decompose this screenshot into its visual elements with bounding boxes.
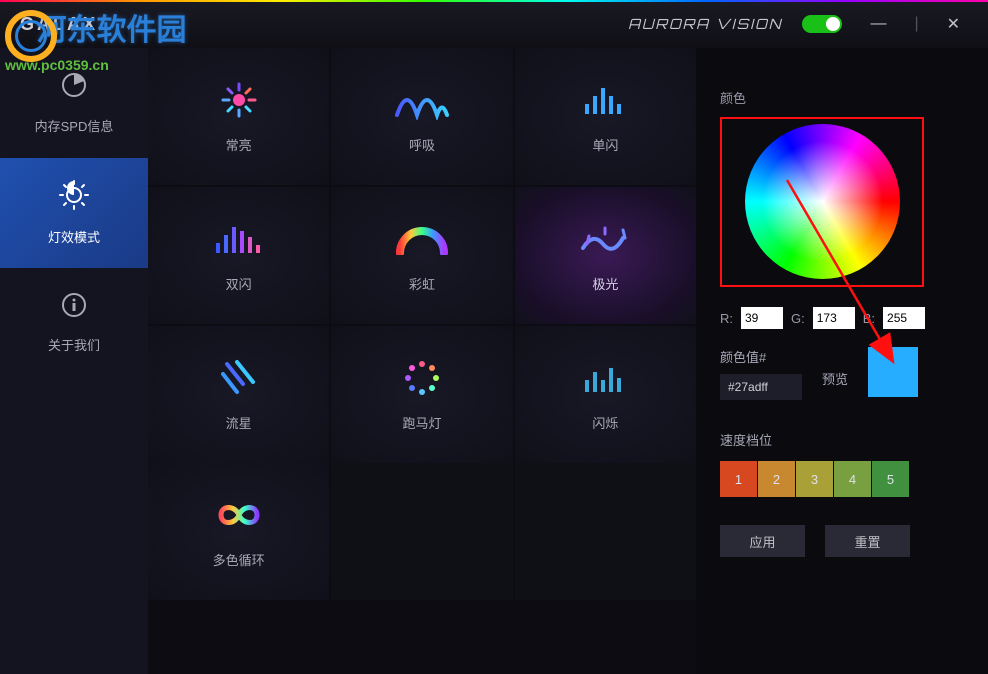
product-name: AURORA VISION — [628, 16, 782, 33]
mode-tile-empty — [515, 463, 696, 600]
mode-tile-aurora[interactable]: 极光 — [515, 187, 696, 324]
mode-tile-multicolor[interactable]: 多色循环 — [148, 463, 329, 600]
mode-label: 跑马灯 — [402, 413, 441, 432]
b-label: B: — [863, 311, 875, 326]
speed-5[interactable]: 5 — [872, 461, 909, 497]
meteor-icon — [217, 358, 261, 398]
speed-label: 速度档位 — [720, 430, 964, 449]
reset-button[interactable]: 重置 — [825, 525, 910, 557]
equalizer-icon — [214, 219, 264, 259]
speed-4[interactable]: 4 — [834, 461, 871, 497]
hex-input[interactable] — [720, 374, 802, 400]
color-preview — [868, 347, 918, 397]
close-button[interactable]: ✕ — [939, 10, 968, 38]
sidebar: 内存SPD信息 灯效模式 关于我们 — [0, 48, 148, 674]
sidebar-label: 关于我们 — [48, 335, 100, 354]
color-panel: 颜色 R: G: B: 颜色值# 预览 速度档位 1 2 3 — [696, 48, 988, 674]
sidebar-label: 灯效模式 — [48, 227, 100, 246]
pie-icon — [60, 71, 88, 106]
mode-label: 双闪 — [226, 274, 252, 293]
mode-label: 极光 — [592, 274, 618, 293]
preview-label: 预览 — [822, 369, 848, 388]
dot-circle-icon — [402, 358, 442, 398]
sidebar-label: 内存SPD信息 — [35, 116, 114, 135]
mode-tile-double-flash[interactable]: 双闪 — [148, 187, 329, 324]
minimize-button[interactable]: — — [862, 11, 894, 37]
mode-tile-breathe[interactable]: 呼吸 — [331, 48, 512, 185]
r-label: R: — [720, 311, 733, 326]
mode-tile-twinkle[interactable]: 闪烁 — [515, 326, 696, 463]
speed-1[interactable]: 1 — [720, 461, 757, 497]
aurora-icon — [575, 219, 635, 259]
power-toggle[interactable] — [802, 15, 842, 33]
sidebar-item-about[interactable]: 关于我们 — [0, 268, 148, 378]
g-label: G: — [791, 311, 805, 326]
mode-label: 闪烁 — [592, 413, 618, 432]
rainbow-icon — [395, 219, 449, 259]
sidebar-item-spd[interactable]: 内存SPD信息 — [0, 48, 148, 158]
infinity-icon — [211, 495, 267, 535]
mode-label: 流星 — [226, 413, 252, 432]
title-bar: GALAX AURORA VISION — | ✕ — [0, 0, 988, 48]
sidebar-item-lighting[interactable]: 灯效模式 — [0, 158, 148, 268]
mode-label: 单闪 — [592, 135, 618, 154]
brand-logo: GALAX — [20, 14, 98, 35]
mode-grid: 常亮 呼吸 单闪 双闪 — [148, 48, 696, 674]
color-wheel[interactable] — [745, 124, 900, 279]
apply-button[interactable]: 应用 — [720, 525, 805, 557]
speed-3[interactable]: 3 — [796, 461, 833, 497]
hex-label: 颜色值# — [720, 347, 802, 366]
color-section-label: 颜色 — [720, 88, 964, 107]
mode-tile-meteor[interactable]: 流星 — [148, 326, 329, 463]
speed-group: 1 2 3 4 5 — [720, 461, 964, 497]
mode-tile-single-flash[interactable]: 单闪 — [515, 48, 696, 185]
bars-icon — [582, 80, 628, 120]
b-input[interactable] — [883, 307, 925, 329]
mode-label: 常亮 — [226, 135, 252, 154]
mode-tile-marquee[interactable]: 跑马灯 — [331, 326, 512, 463]
g-input[interactable] — [813, 307, 855, 329]
mode-tile-static[interactable]: 常亮 — [148, 48, 329, 185]
wave-icon — [392, 80, 452, 120]
info-icon — [61, 292, 87, 325]
sun-icon — [217, 80, 261, 120]
speed-2[interactable]: 2 — [758, 461, 795, 497]
mode-label: 多色循环 — [213, 550, 265, 569]
sparkle-icon — [582, 358, 628, 398]
color-wheel-highlight — [720, 117, 924, 287]
mode-tile-empty — [331, 463, 512, 600]
mode-label: 呼吸 — [409, 135, 435, 154]
mode-label: 彩虹 — [409, 274, 435, 293]
light-mode-icon — [59, 180, 89, 217]
r-input[interactable] — [741, 307, 783, 329]
mode-tile-rainbow[interactable]: 彩虹 — [331, 187, 512, 324]
